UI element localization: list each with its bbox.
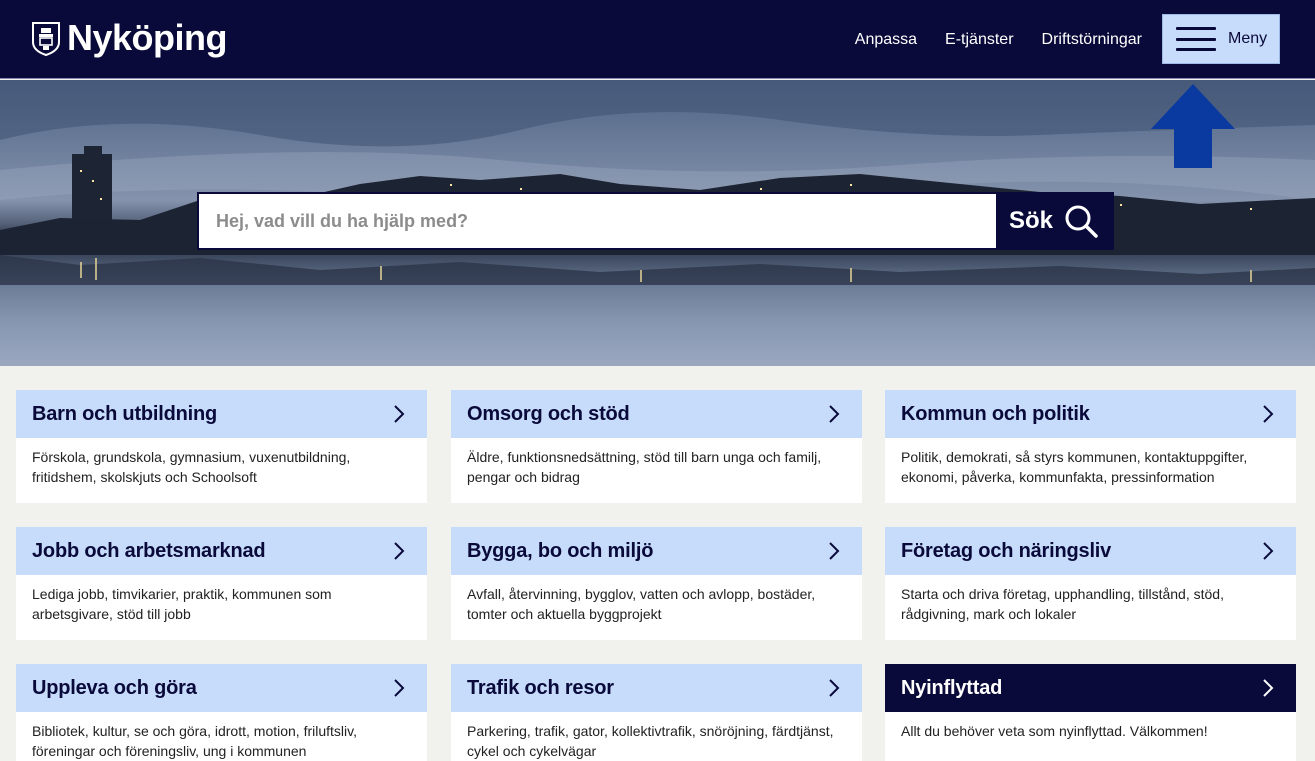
menu-label: Meny: [1228, 30, 1268, 47]
card-title: Nyinflyttad: [901, 676, 1003, 699]
card-jobb-och-arbetsmarknad[interactable]: Jobb och arbetsmarknad Lediga jobb, timv…: [16, 527, 427, 640]
card-description: Bibliotek, kultur, se och göra, idrott, …: [32, 723, 357, 759]
card-title: Barn och utbildning: [32, 402, 218, 425]
card-trafik-och-resor[interactable]: Trafik och resor Parkering, trafik, gato…: [451, 664, 862, 761]
card-header: Uppleva och göra: [16, 664, 427, 712]
card-description: Avfall, återvinning, bygglov, vatten och…: [467, 586, 816, 622]
card-header: Nyinflyttad: [885, 664, 1296, 712]
card-header: Företag och näringsliv: [885, 527, 1296, 575]
arrow-up-icon: [1151, 84, 1235, 168]
card-description: Parkering, trafik, gator, kollektivtrafi…: [467, 723, 834, 759]
card-bygga-bo-och-miljo[interactable]: Bygga, bo och miljö Avfall, återvinning,…: [451, 527, 862, 640]
site-logo[interactable]: Nyköping: [31, 17, 228, 58]
card-uppleva-och-gora[interactable]: Uppleva och göra Bibliotek, kultur, se o…: [16, 664, 427, 761]
card-header: Kommun och politik: [885, 390, 1296, 438]
card-omsorg-och-stod[interactable]: Omsorg och stöd Äldre, funktionsnedsättn…: [451, 390, 862, 503]
card-foretag-och-naringsliv[interactable]: Företag och näringsliv Starta och driva …: [885, 527, 1296, 640]
card-description: Politik, demokrati, så styrs kommunen, k…: [901, 449, 1248, 485]
card-kommun-och-politik[interactable]: Kommun och politik Politik, demokrati, s…: [885, 390, 1296, 503]
card-title: Trafik och resor: [467, 676, 614, 699]
card-header: Jobb och arbetsmarknad: [16, 527, 427, 575]
search-button[interactable]: Sök: [996, 194, 1112, 248]
crest-icon: [32, 22, 60, 56]
card-title: Jobb och arbetsmarknad: [32, 539, 266, 562]
card-description: Förskola, grundskola, gymnasium, vuxenut…: [32, 449, 351, 485]
card-title: Bygga, bo och miljö: [467, 539, 654, 562]
card-description: Allt du behöver veta som nyinflyttad. Vä…: [901, 723, 1208, 739]
chevron-right-icon: [1263, 405, 1274, 423]
site-header: Nyköping Anpassa E-tjänster Driftstörnin…: [0, 0, 1315, 79]
chevron-right-icon: [1263, 679, 1274, 697]
logo-text: Nyköping: [67, 17, 228, 58]
card-description: Lediga jobb, timvikarier, praktik, kommu…: [32, 586, 332, 622]
hamburger-icon: [1176, 27, 1216, 51]
search-button-label: Sök: [1008, 207, 1053, 234]
card-header: Trafik och resor: [451, 664, 862, 712]
chevron-right-icon: [394, 679, 405, 697]
card-description: Äldre, funktionsnedsättning, stöd till b…: [467, 449, 822, 485]
card-nyinflyttad[interactable]: Nyinflyttad Allt du behöver veta som nyi…: [885, 664, 1296, 761]
card-header: Barn och utbildning: [16, 390, 427, 438]
menu-button[interactable]: Meny: [1162, 14, 1280, 64]
chevron-right-icon: [394, 405, 405, 423]
nav-driftstorningar[interactable]: Driftstörningar: [1042, 29, 1142, 51]
card-title: Kommun och politik: [901, 402, 1090, 425]
card-barn-och-utbildning[interactable]: Barn och utbildning Förskola, grundskola…: [16, 390, 427, 503]
card-title: Företag och näringsliv: [901, 539, 1112, 562]
search-form: Sök: [197, 192, 1114, 250]
chevron-right-icon: [829, 405, 840, 423]
card-header: Bygga, bo och miljö: [451, 527, 862, 575]
card-description: Starta och driva företag, upphandling, t…: [901, 586, 1224, 622]
search-icon: [1065, 205, 1098, 238]
chevron-right-icon: [394, 542, 405, 560]
card-title: Uppleva och göra: [32, 676, 197, 699]
search-input[interactable]: [199, 194, 996, 248]
card-title: Omsorg och stöd: [467, 402, 630, 425]
chevron-right-icon: [1263, 542, 1274, 560]
top-nav: Anpassa E-tjänster Driftstörningar: [855, 29, 1142, 51]
chevron-right-icon: [829, 679, 840, 697]
nav-anpassa[interactable]: Anpassa: [855, 29, 917, 51]
card-header: Omsorg och stöd: [451, 390, 862, 438]
chevron-right-icon: [829, 542, 840, 560]
nav-e-tjanster[interactable]: E-tjänster: [945, 29, 1013, 51]
